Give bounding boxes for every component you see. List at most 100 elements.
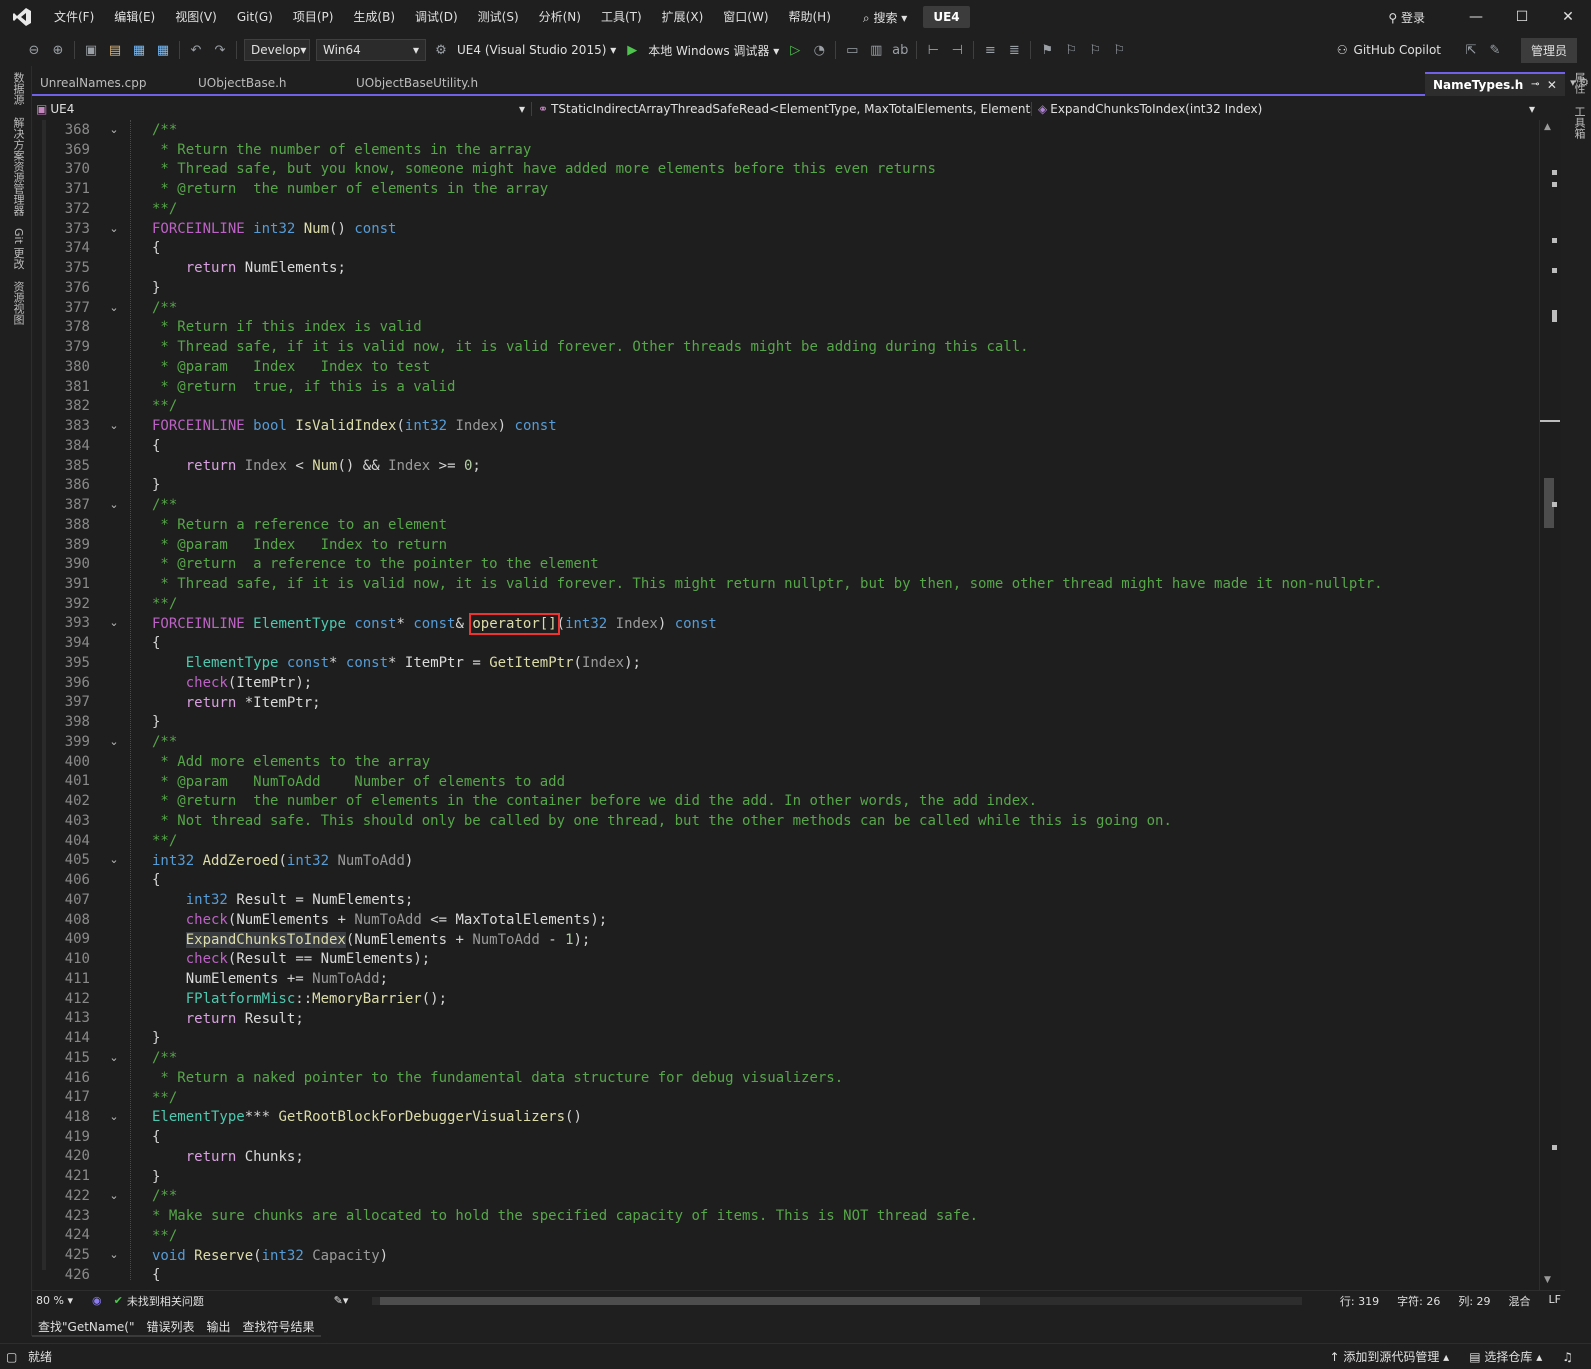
menu-file[interactable]: 文件(F) [44, 0, 104, 34]
navigate-forward-icon[interactable]: ⊕ [48, 40, 68, 60]
fold-chevron-icon[interactable]: ⌄ [108, 1186, 120, 1206]
tab-unrealnames-cpp[interactable]: UnrealNames.cpp [32, 72, 190, 94]
menu-build[interactable]: 生成(B) [343, 0, 405, 34]
output-icon[interactable]: ▢ [6, 1350, 17, 1364]
copilot-status-icon[interactable]: ◉ [92, 1294, 102, 1307]
expandchunks-reference-highlight[interactable]: ExpandChunksToIndex [185, 932, 346, 948]
save-all-icon[interactable]: ▦ [153, 40, 173, 60]
add-to-source-control-button[interactable]: ↑ 添加到源代码管理 ▴ [1329, 1348, 1449, 1365]
vertical-scrollbar[interactable]: ▲ ▼ [1539, 120, 1561, 1290]
redo-icon[interactable]: ↷ [210, 40, 230, 60]
share-icon[interactable]: ⇱ [1461, 40, 1481, 60]
search-button[interactable]: ⌕ 搜索 ▾ [855, 9, 915, 26]
zoom-select[interactable]: 80 % ▾ [32, 1294, 92, 1307]
tab-error-list[interactable]: 错误列表 [140, 1318, 201, 1337]
horizontal-scroll-thumb[interactable] [380, 1297, 980, 1305]
save-icon[interactable]: ▦ [129, 40, 149, 60]
step-icon[interactable]: ⊢ [923, 40, 943, 60]
tab-find-results[interactable]: 查找"GetName(" [32, 1318, 141, 1337]
configuration-select[interactable]: Develop ▾ [244, 39, 310, 61]
code-cleanup-icon[interactable]: ✎▾ [334, 1294, 349, 1307]
maximize-button[interactable]: ☐ [1499, 0, 1545, 34]
tab-overflow-dropdown-icon[interactable]: ▾ ⚙ [1570, 76, 1589, 89]
member-dropdown[interactable]: ◈ ExpandChunksToIndex(int32 Index) ▾ [1032, 102, 1565, 116]
scroll-down-icon[interactable]: ▼ [1544, 1275, 1551, 1285]
navigate-back-icon[interactable]: ⊖ [24, 40, 44, 60]
menu-view[interactable]: 视图(V) [165, 0, 227, 34]
menu-git[interactable]: Git(G) [227, 0, 283, 34]
code-editor[interactable]: /** * Return the number of elements in t… [34, 120, 1539, 1290]
line-indicator[interactable]: 行: 319 [1340, 1293, 1379, 1309]
fold-chevron-icon[interactable]: ⌄ [108, 1107, 120, 1127]
bookmark-icon[interactable]: ⚑ [1037, 40, 1057, 60]
menu-project[interactable]: 项目(P) [283, 0, 344, 34]
tab-output[interactable]: 输出 [200, 1318, 237, 1337]
issues-indicator[interactable]: ✔ 未找到相关问题 [114, 1293, 274, 1309]
gear-icon[interactable]: ⚙ [431, 40, 451, 60]
prev-bookmark-icon[interactable]: ⚐ [1061, 40, 1081, 60]
pin-icon[interactable]: ⊸ [1531, 74, 1539, 96]
fold-chevron-icon[interactable]: ⌄ [108, 613, 120, 633]
start-debugger-button[interactable]: 本地 Windows 调试器 ▾ [648, 42, 779, 59]
fold-chevron-icon[interactable]: ⌄ [108, 1048, 120, 1068]
scope-dropdown[interactable]: ⚭ TStaticIndirectArrayThreadSafeRead<Elem… [532, 102, 1032, 116]
hot-reload-icon[interactable]: ◔ [809, 40, 829, 60]
indent-icon[interactable]: ≡ [980, 40, 1000, 60]
feedback-icon[interactable]: ✎ [1485, 40, 1505, 60]
project-dropdown[interactable]: ▣ UE4 ▾ [32, 102, 532, 116]
fold-chevron-icon[interactable]: ⌄ [108, 732, 120, 752]
fold-chevron-icon[interactable]: ⌄ [108, 1245, 120, 1265]
menu-help[interactable]: 帮助(H) [779, 0, 841, 34]
line-ending-indicator[interactable]: LF [1549, 1293, 1561, 1309]
layout-icon[interactable]: ▥ [866, 40, 886, 60]
git-changes-tab[interactable]: Git 更改 [10, 222, 26, 275]
fold-chevron-icon[interactable]: ⌄ [108, 416, 120, 436]
startup-project-select[interactable]: UE4 (Visual Studio 2015) ▾ [457, 43, 616, 57]
menu-window[interactable]: 窗口(W) [713, 0, 778, 34]
col-indicator[interactable]: 列: 29 [1458, 1293, 1490, 1309]
tab-find-symbol-results[interactable]: 查找符号结果 [236, 1318, 321, 1337]
fold-chevron-icon[interactable]: ⌄ [108, 495, 120, 515]
fold-chevron-icon[interactable]: ⌄ [108, 120, 120, 140]
fold-chevron-icon[interactable]: ⌄ [108, 219, 120, 239]
folder-icon[interactable]: ▭ [842, 40, 862, 60]
toolbox-tab[interactable]: 工具箱 [1571, 100, 1587, 145]
notifications-bell-icon[interactable]: ♫ [1562, 1350, 1573, 1364]
tab-uobjectbaseutility-h[interactable]: UObjectBaseUtility.h [348, 72, 506, 94]
start-without-debugging-icon[interactable]: ▷ [785, 40, 805, 60]
menu-debug[interactable]: 调试(D) [405, 0, 468, 34]
scroll-up-icon[interactable]: ▲ [1544, 122, 1551, 132]
outdent-icon[interactable]: ≣ [1004, 40, 1024, 60]
select-repository-button[interactable]: ▤ 选择仓库 ▴ [1469, 1348, 1542, 1365]
fold-chevron-icon[interactable]: ⌄ [108, 850, 120, 870]
menu-test[interactable]: 测试(S) [468, 0, 529, 34]
close-tab-icon[interactable]: ✕ [1547, 74, 1557, 96]
play-icon[interactable]: ▶ [622, 40, 642, 60]
menu-extensions[interactable]: 扩展(X) [652, 0, 714, 34]
menu-tools[interactable]: 工具(T) [591, 0, 652, 34]
spell-check-icon[interactable]: ab [890, 40, 910, 60]
menu-edit[interactable]: 编辑(E) [104, 0, 165, 34]
whitespace-indicator[interactable]: 混合 [1509, 1293, 1531, 1309]
data-sources-tab[interactable]: 数据源 [10, 66, 26, 111]
tab-uobjectbase-h[interactable]: UObjectBase.h [190, 72, 348, 94]
github-copilot-button[interactable]: ⚇ GitHub Copilot [1337, 43, 1441, 57]
step-over-icon[interactable]: ⊣ [947, 40, 967, 60]
menu-analyze[interactable]: 分析(N) [529, 0, 591, 34]
solution-explorer-tab[interactable]: 解决方案资源管理器 [10, 111, 26, 222]
platform-select[interactable]: Win64 ▾ [316, 39, 426, 61]
new-project-icon[interactable]: ▣ [81, 40, 101, 60]
char-indicator[interactable]: 字符: 26 [1397, 1293, 1440, 1309]
horizontal-scrollbar[interactable] [372, 1297, 1302, 1305]
open-file-icon[interactable]: ▤ [105, 40, 125, 60]
visual-studio-logo-icon[interactable] [0, 0, 44, 34]
minimize-button[interactable]: — [1453, 0, 1499, 34]
resource-view-tab[interactable]: 资源视图 [10, 275, 26, 331]
tab-nametypes-h[interactable]: NameTypes.h ⊸ ✕ [1425, 72, 1565, 96]
undo-icon[interactable]: ↶ [186, 40, 206, 60]
next-bookmark-icon[interactable]: ⚐ [1085, 40, 1105, 60]
operator-subscript-highlight[interactable]: operator[] [469, 613, 560, 635]
close-window-button[interactable]: ✕ [1545, 0, 1591, 34]
clear-bookmarks-icon[interactable]: ⚐ [1109, 40, 1129, 60]
login-button[interactable]: ⚲ 登录 [1388, 9, 1425, 26]
